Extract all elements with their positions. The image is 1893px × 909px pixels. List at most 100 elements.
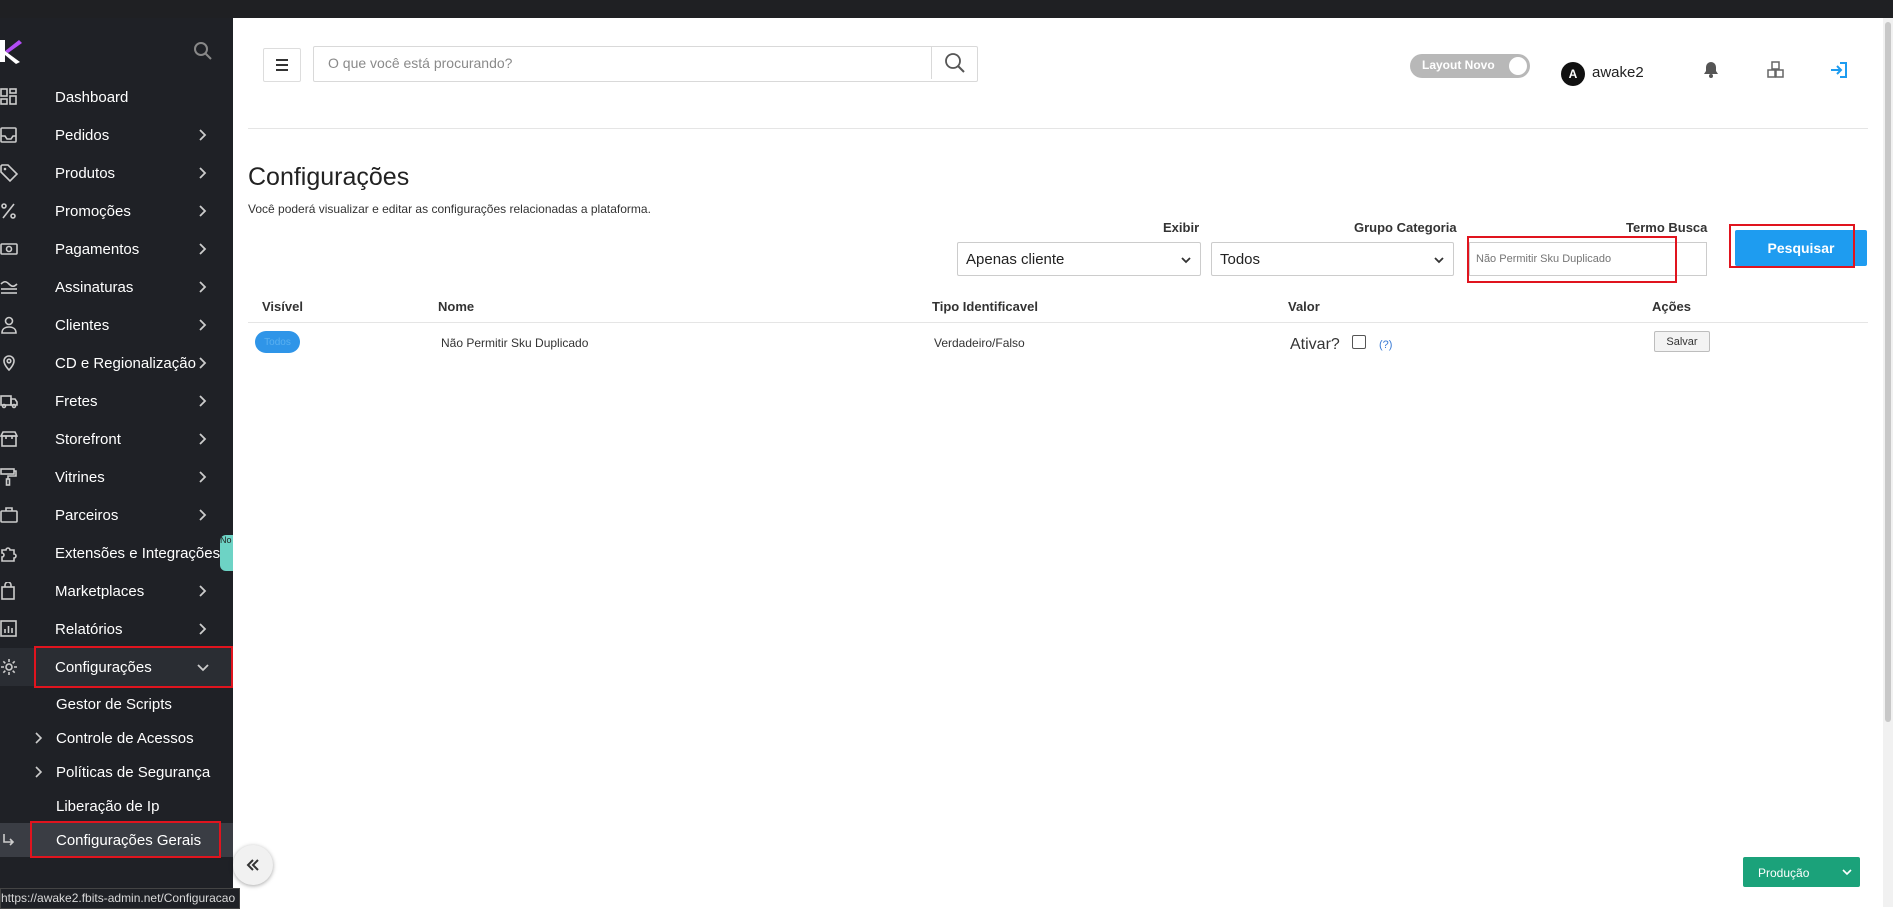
- side-notice-tab[interactable]: No: [220, 535, 233, 571]
- grupo-select-value: Todos: [1220, 251, 1261, 268]
- chevron-down-icon: [1434, 257, 1444, 264]
- chevron-right-icon: [199, 243, 207, 255]
- search-button[interactable]: [931, 47, 977, 79]
- filter-grupo-label: Grupo Categoria: [1354, 220, 1457, 235]
- ativar-label: Ativar?: [1290, 336, 1340, 353]
- cubes-icon[interactable]: [1766, 60, 1786, 80]
- collapse-sidebar-button[interactable]: [233, 845, 273, 885]
- exibir-select-value: Apenas cliente: [966, 251, 1065, 268]
- sidebar-item-label: Parceiros: [55, 506, 119, 524]
- layout-toggle-label: Layout Novo: [1422, 58, 1495, 72]
- tag-icon: [0, 164, 18, 182]
- sidebar-item-vitrines[interactable]: Vitrines: [0, 458, 233, 496]
- puzzle-icon: [1, 547, 17, 562]
- sidebar-item-assinaturas[interactable]: Assinaturas: [0, 268, 233, 306]
- sidebar-subitem-gestor-scripts[interactable]: Gestor de Scripts: [0, 687, 233, 721]
- sidebar-item-pagamentos[interactable]: Pagamentos: [0, 230, 233, 268]
- store-icon: [0, 431, 18, 447]
- sidebar-item-label: Promoções: [55, 202, 131, 220]
- subscription-icon: [0, 280, 18, 294]
- sidebar-item-pedidos[interactable]: Pedidos: [0, 116, 233, 154]
- sign-in-icon[interactable]: [1829, 60, 1849, 80]
- sidebar-item-storefront[interactable]: Storefront: [0, 420, 233, 458]
- scrollbar-thumb[interactable]: [1885, 22, 1891, 722]
- sidebar: Dashboard Pedidos Produtos Promoções Pag…: [0, 18, 233, 907]
- page-scrollbar[interactable]: [1883, 18, 1893, 907]
- chevron-right-icon: [199, 585, 207, 597]
- sidebar-item-clientes[interactable]: Clientes: [0, 306, 233, 344]
- salvar-button[interactable]: Salvar: [1654, 331, 1710, 352]
- filter-exibir-label: Exibir: [1163, 220, 1200, 235]
- sidebar-item-cd-regionalizacao[interactable]: CD e Regionalização: [0, 344, 233, 382]
- dashboard-icon: [0, 88, 17, 105]
- column-header-tipo: Tipo Identificavel: [932, 299, 1038, 314]
- page-title: Configurações: [248, 163, 410, 191]
- chevron-down-icon: [1842, 869, 1852, 876]
- sidebar-item-fretes[interactable]: Fretes: [0, 382, 233, 420]
- chevron-right-icon: [199, 319, 207, 331]
- sidebar-item-extensoes[interactable]: Extensões e Integrações: [0, 534, 233, 572]
- sidebar-item-label: Pagamentos: [55, 240, 140, 258]
- inbox-icon: [0, 127, 17, 143]
- brand-logo[interactable]: [0, 34, 24, 66]
- chevron-right-icon: [199, 623, 207, 635]
- menu-toggle-button[interactable]: [263, 48, 301, 82]
- bell-icon[interactable]: [1701, 60, 1721, 80]
- sidebar-subitem-controle-acessos[interactable]: Controle de Acessos: [0, 721, 233, 755]
- column-header-nome: Nome: [438, 299, 475, 314]
- sidebar-subitem-label: Liberação de Ip: [56, 797, 160, 815]
- avatar[interactable]: A: [1561, 62, 1585, 86]
- sidebar-item-promocoes[interactable]: Promoções: [0, 192, 233, 230]
- sidebar-item-produtos[interactable]: Produtos: [0, 154, 233, 192]
- briefcase-icon: [0, 507, 18, 523]
- filter-termo-label: Termo Busca: [1626, 220, 1708, 235]
- sidebar-item-marketplaces[interactable]: Marketplaces: [0, 572, 233, 610]
- sidebar-item-relatorios[interactable]: Relatórios: [0, 610, 233, 648]
- sidebar-item-parceiros[interactable]: Parceiros: [0, 496, 233, 534]
- sidebar-subitem-politicas-seguranca[interactable]: Políticas de Segurança: [0, 755, 233, 789]
- highlight-box: [34, 646, 233, 688]
- sidebar-subitem-label: Gestor de Scripts: [56, 695, 172, 713]
- layout-toggle[interactable]: Layout Novo: [1410, 54, 1530, 78]
- chevron-right-icon: [199, 167, 207, 179]
- search-input[interactable]: [314, 47, 928, 79]
- chevron-down-icon: [1181, 257, 1191, 264]
- grupo-categoria-select[interactable]: Todos: [1211, 242, 1454, 276]
- username[interactable]: awake2: [1592, 64, 1644, 81]
- chevron-right-icon: [35, 766, 43, 778]
- sidebar-item-label: Clientes: [55, 316, 110, 334]
- sidebar-subitem-liberacao-ip[interactable]: Liberação de Ip: [0, 789, 233, 823]
- sidebar-item-label: Dashboard: [55, 88, 129, 106]
- search-icon[interactable]: [192, 40, 214, 62]
- table-header-divider: [248, 322, 1868, 323]
- highlight-box: [1729, 224, 1855, 268]
- truck-icon: [0, 395, 18, 409]
- exibir-select[interactable]: Apenas cliente: [957, 242, 1201, 276]
- sidebar-item-label: Vitrines: [55, 468, 105, 486]
- search-icon: [944, 53, 965, 73]
- paint-roller-icon: [0, 468, 17, 486]
- chevron-right-icon: [199, 129, 207, 141]
- ativar-checkbox[interactable]: [1352, 335, 1366, 349]
- hamburger-icon: [276, 59, 288, 71]
- header-divider: [248, 128, 1868, 129]
- sidebar-item-label: CD e Regionalização: [55, 354, 196, 372]
- environment-select[interactable]: Produção: [1743, 857, 1860, 887]
- gear-icon: [1, 659, 17, 675]
- row-tipo: Verdadeiro/Falso: [934, 336, 1025, 350]
- help-link[interactable]: (?): [1379, 339, 1392, 351]
- chevron-right-icon: [199, 205, 207, 217]
- user-icon: [1, 316, 17, 334]
- sidebar-item-label: Marketplaces: [55, 582, 145, 600]
- highlight-box: [30, 821, 221, 858]
- money-icon: [0, 243, 18, 255]
- chevron-right-icon: [199, 509, 207, 521]
- sidebar-item-label: Assinaturas: [55, 278, 134, 296]
- column-header-visivel: Visível: [262, 299, 303, 314]
- chevron-right-icon: [199, 433, 207, 445]
- sidebar-item-label: Storefront: [55, 430, 121, 448]
- sidebar-subitem-label: Políticas de Segurança: [56, 763, 211, 781]
- sidebar-item-dashboard[interactable]: Dashboard: [0, 78, 233, 116]
- sidebar-subitem-label: Controle de Acessos: [56, 729, 194, 747]
- chevron-right-icon: [199, 357, 207, 369]
